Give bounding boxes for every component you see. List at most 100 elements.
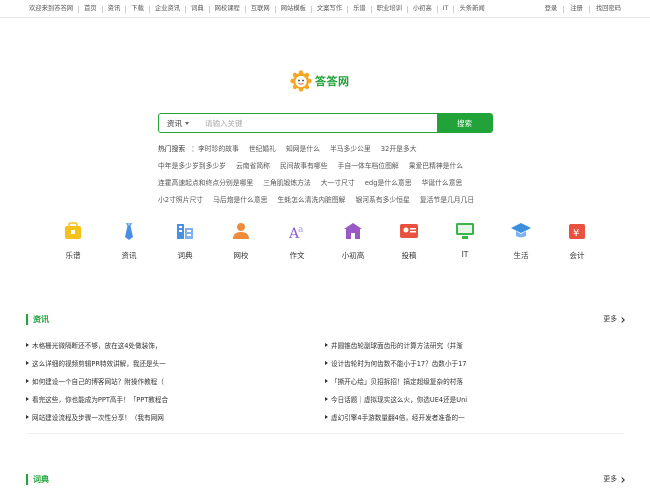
top-nav-link[interactable]: IT xyxy=(443,4,449,14)
site-logo[interactable]: 答答网 xyxy=(290,70,360,92)
bullet-arrow-icon xyxy=(26,361,29,365)
category-monitor[interactable]: IT xyxy=(442,220,488,261)
hot-search-keyword[interactable]: 云南省简称 xyxy=(236,160,270,170)
top-account-links: 登录 注册 找回密码 xyxy=(545,4,621,14)
search-input[interactable] xyxy=(199,114,437,132)
news-item[interactable]: 网站建设流程及步骤一次性分享！（我有网网 xyxy=(26,408,186,426)
more-label: 更多 xyxy=(603,475,617,483)
category-id-card[interactable]: 投稿 xyxy=(386,220,432,261)
svg-text:¥: ¥ xyxy=(573,228,579,239)
category-label: 网校 xyxy=(233,251,249,260)
top-nav-link[interactable]: 下载 xyxy=(131,4,144,14)
news-title: 看完这些，你也能成为PPT高手！「PPT教程合 xyxy=(32,396,169,404)
hot-search-row: 热门搜索 ：李时珍的故事 世纪婚礼 知网是什么 半马多少公里 32开是多大 xyxy=(158,139,498,156)
forgot-password-link[interactable]: 找回密码 xyxy=(596,4,621,14)
nav-separator xyxy=(563,5,565,13)
hot-search-keyword[interactable]: 三角肌锻炼方法 xyxy=(263,177,311,187)
yen-box-icon: ¥ xyxy=(569,224,585,239)
top-nav-link[interactable]: 职业培训 xyxy=(377,4,402,14)
section-accent-bar xyxy=(26,474,28,485)
top-nav-link[interactable]: 文案写作 xyxy=(317,4,342,14)
news-item[interactable]: 看完这些，你也能成为PPT高手！「PPT教程合 xyxy=(26,390,186,408)
section-accent-bar xyxy=(26,314,28,325)
news-title: 井圆锥齿轮副球面齿形的计算方法研究（井渐 xyxy=(331,342,463,350)
top-nav-link[interactable]: 词典 xyxy=(191,4,204,14)
dictionary-more-link[interactable]: 更多 xyxy=(603,473,625,486)
news-section-header: 资讯 更多 xyxy=(26,313,625,327)
search-button[interactable]: 搜索 xyxy=(437,114,492,132)
hot-search-row: 小2寸照片尺寸 马后炮是什么意思 生蚝怎么清洗内脏图解 银河系有多少恒星 复活节是几月几… xyxy=(158,190,498,207)
hot-search-row: 连霍高速起点和终点分别是哪里 三角肌锻炼方法 大一寸尺寸 edg是什么意思 华诞什么意思 xyxy=(158,173,498,190)
search-category-select[interactable]: 资讯 xyxy=(159,114,199,132)
hot-search-keyword[interactable]: 32开是多大 xyxy=(381,143,417,153)
news-item[interactable]: 木格栅光微隔断还不够，放在这4处做装饰， xyxy=(26,336,186,354)
news-item[interactable]: 如何建设一个自己的博客网站？附操作教程（ xyxy=(26,372,186,390)
news-item[interactable]: 虚幻引擎4手游数量翻4倍，经开发者准备的一 xyxy=(325,408,485,426)
news-section-title: 资讯 xyxy=(33,315,49,324)
hot-search-keyword[interactable]: 世纪婚礼 xyxy=(249,143,276,153)
hot-search-keyword[interactable]: edg是什么意思 xyxy=(365,177,412,187)
hot-search-keyword[interactable]: 马后炮是什么意思 xyxy=(213,194,267,204)
hot-search-keyword[interactable]: 大一寸尺寸 xyxy=(321,177,355,187)
top-nav-link[interactable]: 首页 xyxy=(84,4,97,14)
top-nav-link[interactable]: 资讯 xyxy=(108,4,121,14)
hot-search-keyword[interactable]: 华诞什么意思 xyxy=(422,177,463,187)
top-nav-link[interactable]: 乐谱 xyxy=(353,4,366,14)
category-label: 生活 xyxy=(513,251,529,260)
news-item[interactable]: 井圆锥齿轮副球面齿形的计算方法研究（井渐 xyxy=(325,336,485,354)
nav-separator xyxy=(310,5,312,13)
hot-search-keyword[interactable]: ：李时珍的故事 xyxy=(191,143,239,153)
category-font[interactable]: Aa 作文 xyxy=(274,220,320,261)
category-yen-box[interactable]: ¥ 会计 xyxy=(554,220,600,261)
bullet-arrow-icon xyxy=(26,343,29,347)
news-item[interactable]: 设计齿轮时为何齿数不能小于17？齿数小于17 xyxy=(325,354,485,372)
hot-search-label: 热门搜索 xyxy=(158,144,186,153)
nav-separator xyxy=(406,5,408,13)
nav-separator xyxy=(244,5,246,13)
top-nav: 欢迎来到答答网 首页 资讯 下载 企业资讯 词典 网校课程 互联网 网站模板 文案写作 乐谱 职业培训… xyxy=(29,4,485,14)
dictionary-section: 词典 更多 xyxy=(26,473,625,487)
section-divider xyxy=(26,433,624,434)
hot-search-keyword[interactable]: 手自一体车档位图解 xyxy=(338,160,399,170)
hot-search-keyword[interactable]: 民间故事有哪些 xyxy=(280,160,328,170)
hot-search-keyword[interactable]: 半马多少公里 xyxy=(330,143,371,153)
hot-search-keyword[interactable]: 连霍高速起点和终点分别是哪里 xyxy=(158,177,253,187)
register-link[interactable]: 注册 xyxy=(570,4,583,14)
category-person[interactable]: 网校 xyxy=(218,220,264,261)
news-list: 木格栅光微隔断还不够，放在这4处做装饰， 这么详细的视频剪辑PR特效讲解，我还是头… xyxy=(26,336,624,428)
top-nav-link[interactable]: 头条新闻 xyxy=(459,4,484,14)
news-more-link[interactable]: 更多 xyxy=(603,313,625,326)
hot-search-keyword[interactable]: 中年是多少岁到多少岁 xyxy=(158,160,226,170)
hot-searches: 热门搜索 ：李时珍的故事 世纪婚礼 知网是什么 半马多少公里 32开是多大中年是多少岁到多… xyxy=(158,139,498,207)
hot-search-keyword[interactable]: 复活节是几月几日 xyxy=(420,194,474,204)
hot-search-keyword[interactable]: 果爱巴精神是什么 xyxy=(409,160,463,170)
hot-search-keyword[interactable]: 小2寸照片尺寸 xyxy=(158,194,203,204)
category-label: 资讯 xyxy=(121,251,137,260)
top-nav-link[interactable]: 互联网 xyxy=(251,4,270,14)
category-building[interactable]: 词典 xyxy=(162,220,208,261)
news-item[interactable]: 这么详细的视频剪辑PR特效讲解，我还是头一 xyxy=(26,354,186,372)
top-nav-link[interactable]: 小初高 xyxy=(413,4,432,14)
news-column-right: 井圆锥齿轮副球面齿形的计算方法研究（井渐设计齿轮时为何齿数不能小于17？齿数小于… xyxy=(325,336,485,426)
monitor-icon xyxy=(456,223,474,239)
nav-separator xyxy=(588,5,590,13)
category-tie[interactable]: 资讯 xyxy=(106,220,152,261)
news-title: 网站建设流程及步骤一次性分享！（我有网网 xyxy=(32,414,164,422)
category-music-bag[interactable]: 乐谱 xyxy=(50,220,96,261)
news-title: 虚幻引擎4手游数量翻4倍，经开发者准备的一 xyxy=(331,414,465,422)
hot-search-keyword[interactable]: 生蚝怎么清洗内脏图解 xyxy=(277,194,345,204)
dictionary-section-title: 词典 xyxy=(33,475,49,484)
nav-separator xyxy=(208,5,210,13)
category-school[interactable]: 小初高 xyxy=(330,220,376,261)
top-nav-link[interactable]: 企业资讯 xyxy=(155,4,180,14)
login-link[interactable]: 登录 xyxy=(545,4,558,14)
category-graduation-cap[interactable]: 生活 xyxy=(498,220,544,261)
news-item[interactable]: 「撕开心绘」贝招拆招！搞定超级复杂的村落 xyxy=(325,372,485,390)
news-item[interactable]: 今日话题｜虚拟现实这么火，你选UE4还是Uni xyxy=(325,390,485,408)
hot-search-keyword[interactable]: 银河系有多少恒星 xyxy=(355,194,409,204)
top-nav-link[interactable]: 网校课程 xyxy=(215,4,240,14)
top-nav-link[interactable]: 网站模板 xyxy=(281,4,306,14)
nav-separator xyxy=(125,5,127,13)
hot-search-keyword[interactable]: 知网是什么 xyxy=(286,143,320,153)
chevron-right-icon xyxy=(619,476,625,483)
